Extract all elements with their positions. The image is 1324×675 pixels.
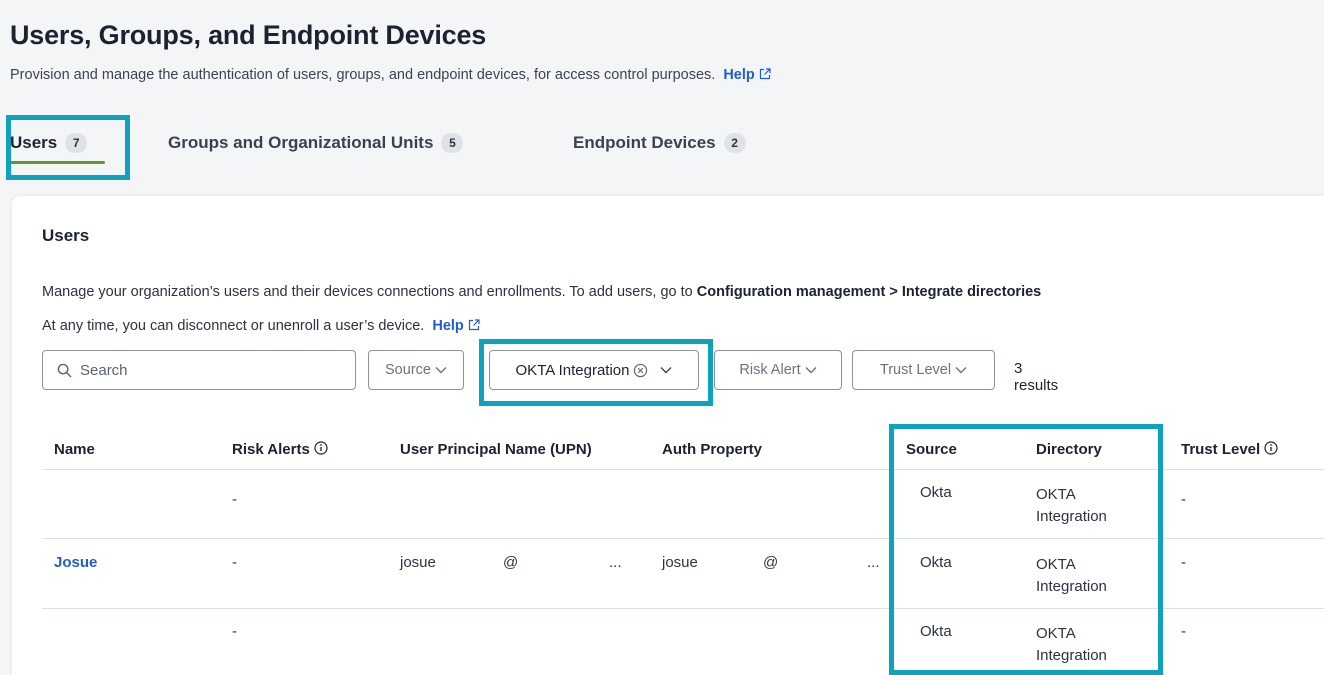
column-header-auth-property[interactable]: Auth Property <box>662 441 762 458</box>
trust-level-filter[interactable]: Trust Level <box>852 350 995 390</box>
tab-endpoint-devices[interactable]: Endpoint Devices 2 <box>573 128 746 158</box>
page-title: Users, Groups, and Endpoint Devices <box>10 20 487 50</box>
row-2-trust-level: - <box>1181 554 1186 571</box>
header-help-link[interactable]: Help <box>723 67 771 83</box>
column-header-directory[interactable]: Directory <box>1036 441 1102 458</box>
page-description-text: Provision and manage the authentication … <box>10 67 716 83</box>
chevron-down-icon <box>955 367 967 374</box>
row-1-directory: OKTA Integration <box>1036 486 1107 525</box>
column-header-upn[interactable]: User Principal Name (UPN) <box>400 441 592 458</box>
row-1-trust-level: - <box>1181 491 1186 508</box>
page-description: Provision and manage the authentication … <box>10 67 771 83</box>
results-count: 3 results <box>1014 360 1059 394</box>
risk-alert-filter[interactable]: Risk Alert <box>714 350 842 390</box>
column-header-trust-level-label: Trust Level <box>1181 441 1261 458</box>
external-link-icon <box>468 319 480 331</box>
search-input[interactable] <box>80 361 330 379</box>
column-header-name[interactable]: Name <box>54 441 95 458</box>
source-filter-label: Source <box>385 362 431 378</box>
row-2-upn-user: josue <box>400 554 436 571</box>
column-header-trust-level[interactable]: Trust Level <box>1181 441 1278 458</box>
row-2-name[interactable]: Josue <box>54 554 97 571</box>
users-description-line1: Manage your organization’s users and the… <box>42 284 1041 300</box>
row-3-risk-alerts: - <box>232 623 237 640</box>
row-3-source: Okta <box>920 623 952 640</box>
users-card <box>12 196 1324 675</box>
risk-alert-filter-label: Risk Alert <box>739 362 801 378</box>
tab-groups[interactable]: Groups and Organizational Units 5 <box>168 128 464 158</box>
users-description-line2-text: At any time, you can disconnect or unenr… <box>42 318 425 334</box>
directory-filter-value: OKTA Integration <box>515 361 630 379</box>
users-help-link[interactable]: Help <box>432 318 480 334</box>
users-help-label[interactable]: Help <box>432 318 463 334</box>
header-help-label[interactable]: Help <box>723 67 754 83</box>
tab-groups-label: Groups and Organizational Units <box>168 133 434 152</box>
row-2-auth-at: @ <box>763 554 779 571</box>
header-divider <box>42 469 1324 470</box>
tab-endpoint-devices-count: 2 <box>723 133 746 153</box>
row-2-risk-alerts: - <box>232 554 237 571</box>
row-2-source: Okta <box>920 554 952 571</box>
tab-users[interactable]: Users 7 <box>10 128 88 158</box>
users-description-text: Manage your organization’s users and the… <box>42 284 693 300</box>
row-2-auth-ellipsis: ... <box>867 554 880 571</box>
info-icon[interactable] <box>1264 441 1278 455</box>
tab-endpoint-devices-label: Endpoint Devices <box>573 133 716 152</box>
chevron-down-icon <box>435 367 447 374</box>
column-header-risk-alerts[interactable]: Risk Alerts <box>232 441 328 458</box>
row-3-trust-level: - <box>1181 623 1186 640</box>
row-2-auth-user: josue <box>662 554 698 571</box>
users-section-title: Users <box>42 226 90 245</box>
clear-circle-icon[interactable] <box>633 363 648 378</box>
row-divider <box>42 538 1324 539</box>
row-divider <box>42 608 1324 609</box>
trust-level-filter-label: Trust Level <box>879 362 952 378</box>
info-icon[interactable] <box>314 441 328 455</box>
active-tab-underline <box>10 161 105 164</box>
row-2-upn-at: @ <box>503 554 519 571</box>
source-filter[interactable]: Source <box>368 350 464 390</box>
integrate-directories-path: Configuration management > Integrate dir… <box>696 284 1042 300</box>
external-link-icon <box>759 68 771 80</box>
users-description-line2: At any time, you can disconnect or unenr… <box>42 318 480 334</box>
row-2-directory: OKTA Integration <box>1036 556 1107 595</box>
directory-filter[interactable]: OKTA Integration <box>489 350 699 390</box>
row-1-source: Okta <box>920 484 952 501</box>
column-header-source[interactable]: Source <box>906 441 957 458</box>
tab-groups-count: 5 <box>441 133 464 153</box>
search-box[interactable] <box>42 350 356 390</box>
row-1-risk-alerts: - <box>232 491 237 508</box>
row-3-directory: OKTA Integration <box>1036 625 1107 664</box>
chevron-down-icon <box>805 367 817 374</box>
row-2-upn-ellipsis: ... <box>609 554 622 571</box>
chevron-down-icon <box>660 367 672 374</box>
column-header-risk-alerts-label: Risk Alerts <box>232 441 310 458</box>
tab-users-label: Users <box>10 133 58 152</box>
tab-users-count: 7 <box>65 133 88 153</box>
search-icon <box>57 363 72 378</box>
